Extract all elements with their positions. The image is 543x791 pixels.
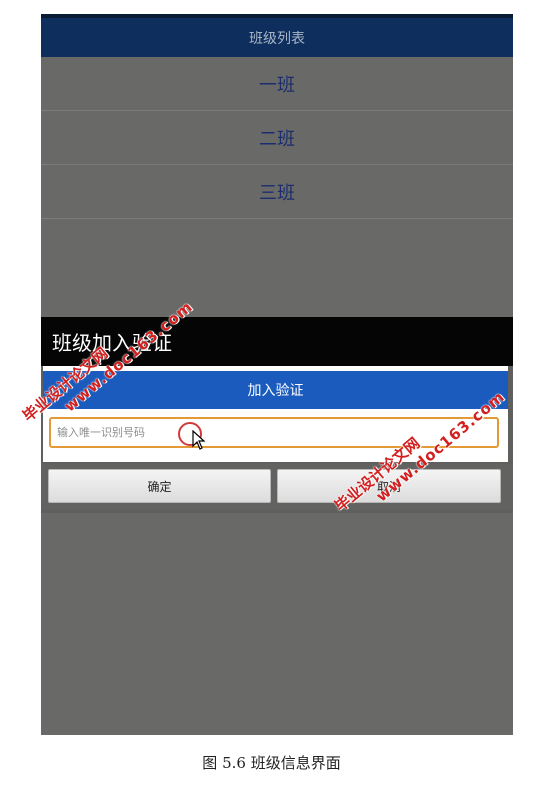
app-title-bar: 班级列表 (41, 18, 513, 57)
class-list-item[interactable]: 三班 (41, 165, 513, 219)
dialog-header-text: 加入验证 (247, 383, 304, 399)
confirm-button-label: 确定 (147, 479, 172, 494)
class-list-item[interactable]: 一班 (41, 57, 513, 111)
dialog-button-row: 确定 取消 (41, 464, 513, 510)
class-list-item-label: 三班 (259, 182, 295, 204)
class-list-item[interactable]: 二班 (41, 111, 513, 165)
class-list-item-label: 二班 (259, 128, 295, 150)
figure-caption: 图 5.6 班级信息界面 (202, 754, 341, 772)
class-list: 一班 二班 三班 (41, 57, 513, 219)
confirm-button[interactable]: 确定 (48, 469, 271, 503)
mouse-pointer-icon (192, 430, 206, 450)
class-list-item-label: 一班 (259, 74, 295, 96)
app-title: 班级列表 (249, 30, 305, 47)
